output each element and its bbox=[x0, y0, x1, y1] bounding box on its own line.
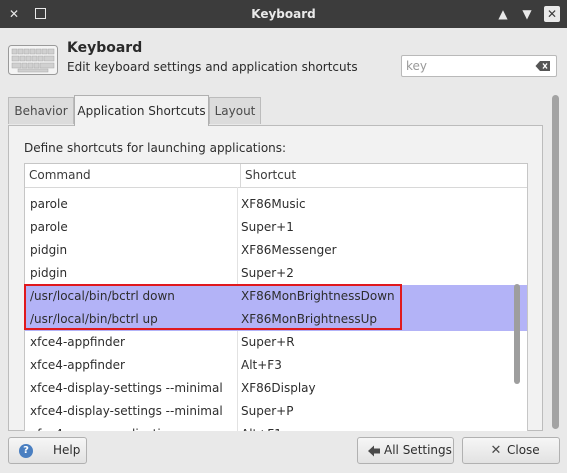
help-icon: ? bbox=[19, 444, 33, 458]
dialog-scrollbar-thumb[interactable] bbox=[552, 95, 559, 429]
table-row[interactable]: xfce4-appfinder Alt+F3 bbox=[25, 354, 527, 377]
tab-application-shortcuts[interactable]: Application Shortcuts bbox=[74, 95, 209, 126]
command-cell: xfce4-display-settings --minimal bbox=[30, 404, 223, 418]
table-row[interactable]: parole Super+1 bbox=[25, 216, 527, 239]
annotation-highlight-box bbox=[24, 284, 402, 330]
shortcut-cell: XF86Music bbox=[241, 197, 306, 211]
all-settings-button-label: All Settings bbox=[384, 443, 452, 457]
window-title: Keyboard bbox=[251, 7, 316, 21]
table-row[interactable]: pidgin XF86Messenger bbox=[25, 239, 527, 262]
maximize-icon[interactable]: ▲ bbox=[496, 7, 510, 21]
help-button[interactable]: ? Help bbox=[8, 437, 87, 464]
clear-search-icon[interactable] bbox=[535, 60, 551, 72]
dialog-title: Keyboard bbox=[67, 40, 143, 56]
close-button-label: Close bbox=[507, 443, 540, 457]
search-box[interactable] bbox=[401, 55, 557, 77]
keyboard-icon bbox=[8, 45, 58, 75]
table-scrollbar-thumb[interactable] bbox=[514, 284, 520, 384]
command-cell: xfce4-appfinder bbox=[30, 335, 125, 349]
table-row[interactable]: xfce4-popup-applicationsmenu Alt+F1 bbox=[25, 423, 527, 431]
shortcut-cell: XF86Display bbox=[241, 381, 316, 395]
shortcut-cell: Super+P bbox=[241, 404, 294, 418]
close-button[interactable]: ✕ Close bbox=[462, 437, 560, 464]
dialog-header: Keyboard Edit keyboard settings and appl… bbox=[0, 28, 567, 92]
command-cell: xfce4-popup-applicationsmenu bbox=[30, 423, 216, 431]
command-cell: parole bbox=[30, 220, 68, 234]
close-window-icon[interactable]: ✕ bbox=[544, 6, 560, 22]
table-row[interactable]: xfce4-display-settings --minimal XF86Dis… bbox=[25, 377, 527, 400]
table-row[interactable]: pidgin Super+2 bbox=[25, 262, 527, 285]
command-cell: parole bbox=[30, 197, 68, 211]
column-header-shortcut[interactable]: Shortcut bbox=[240, 164, 296, 187]
command-cell: xfce4-appfinder bbox=[30, 358, 125, 372]
table-row[interactable]: parole XF86Music bbox=[25, 193, 527, 216]
close-icon: ✕ bbox=[490, 443, 502, 458]
shortcut-cell: Alt+F3 bbox=[241, 358, 282, 372]
table-header: Command Shortcut bbox=[25, 164, 527, 188]
command-cell: pidgin bbox=[30, 243, 68, 257]
shortcut-cell: Super+1 bbox=[241, 220, 294, 234]
tab-layout[interactable]: Layout bbox=[209, 97, 261, 124]
shortcut-cell: Super+2 bbox=[241, 266, 294, 280]
all-settings-button[interactable]: All Settings bbox=[357, 437, 454, 464]
table-row[interactable]: xfce4-appfinder Super+R bbox=[25, 331, 527, 354]
column-header-command[interactable]: Command bbox=[29, 164, 91, 187]
shortcut-cell: Alt+F1 bbox=[241, 423, 282, 431]
title-bar: ✕ Keyboard ▲ ▼ ✕ bbox=[0, 0, 567, 28]
search-input[interactable] bbox=[406, 57, 526, 75]
help-button-label: Help bbox=[53, 443, 81, 457]
dialog-subtitle: Edit keyboard settings and application s… bbox=[67, 60, 358, 74]
tab-behavior[interactable]: Behavior bbox=[8, 97, 74, 124]
shortcut-cell: Super+R bbox=[241, 335, 295, 349]
command-cell: pidgin bbox=[30, 266, 68, 280]
back-arrow-icon bbox=[368, 445, 380, 457]
shortcuts-description: Define shortcuts for launching applicati… bbox=[24, 141, 287, 155]
minimize-icon[interactable]: ▼ bbox=[520, 7, 534, 21]
command-cell: xfce4-display-settings --minimal bbox=[30, 381, 223, 395]
table-row[interactable]: xfce4-display-settings --minimal Super+P bbox=[25, 400, 527, 423]
shortcut-cell: XF86Messenger bbox=[241, 243, 337, 257]
